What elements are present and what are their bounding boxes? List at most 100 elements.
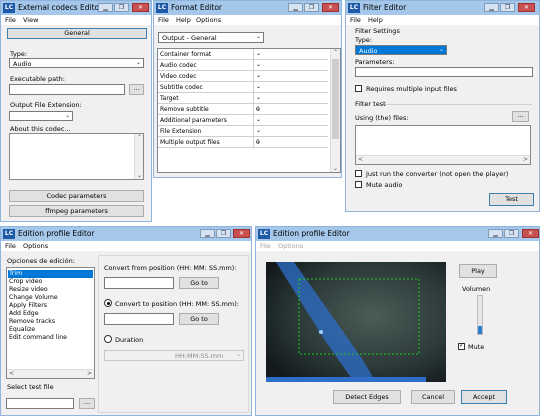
maximize-button[interactable]: ❐ — [304, 3, 319, 12]
property-value-select[interactable]: ⌄ — [253, 126, 328, 136]
horizontal-scrollbar[interactable]: < > — [7, 369, 94, 378]
about-codec-textarea[interactable]: ⌃ ⌄ — [9, 133, 144, 180]
ffmpeg-parameters-button[interactable]: ffmpeg parameters — [9, 205, 144, 217]
output-extension-select[interactable]: ⌄ — [9, 111, 73, 121]
test-file-input[interactable] — [6, 398, 74, 409]
property-value-select[interactable]: ⌄ — [253, 82, 328, 92]
type-select[interactable]: Audio ⌄ — [9, 58, 144, 68]
property-row[interactable]: Container format ⌄ — [158, 49, 328, 60]
detect-edges-button[interactable]: Detect Edges — [333, 390, 401, 404]
test-files-list[interactable]: < > — [355, 125, 531, 165]
scroll-up-icon[interactable]: ⌃ — [333, 49, 338, 56]
minimize-button[interactable]: ▁ — [484, 3, 499, 12]
property-value-select[interactable]: 0 ⌄ — [253, 104, 328, 114]
scroll-left-icon[interactable]: < — [9, 370, 14, 377]
just-run-checkbox[interactable] — [355, 170, 362, 177]
browse-files-button[interactable]: ... — [512, 111, 529, 122]
minimize-button[interactable]: ▁ — [98, 3, 113, 12]
horizontal-scrollbar[interactable]: < > — [356, 155, 530, 164]
go-to-to-button[interactable]: Go to — [179, 313, 219, 325]
menu-file[interactable]: File — [158, 16, 169, 24]
scroll-right-icon[interactable]: > — [523, 156, 528, 163]
convert-to-radio[interactable] — [104, 299, 112, 307]
property-row[interactable]: Audio codec ⌄ — [158, 60, 328, 71]
property-value-select[interactable]: ⌄ — [253, 49, 328, 59]
duration-radio[interactable] — [104, 335, 112, 343]
property-value-select[interactable]: 0 ⌄ — [253, 137, 328, 147]
cancel-button[interactable]: Cancel — [411, 390, 455, 404]
test-button[interactable]: Test — [489, 193, 534, 206]
close-button[interactable]: ✕ — [233, 229, 250, 238]
list-item[interactable]: Apply Filters — [8, 302, 93, 310]
title-bar[interactable]: LC External codecs Editor ▁ ❐ ✕ — [1, 1, 151, 15]
timeline-bar[interactable] — [266, 377, 426, 382]
codec-parameters-button[interactable]: Codec parameters — [9, 190, 144, 202]
menu-view[interactable]: View — [23, 16, 38, 24]
scroll-down-icon[interactable]: ⌄ — [333, 165, 338, 172]
profile-select[interactable]: Output - General ⌄ — [158, 32, 264, 43]
property-row[interactable]: File Extension ⌄ — [158, 126, 328, 137]
title-bar[interactable]: LC Format Editor ▁ ❐ ✕ — [154, 1, 341, 15]
play-button[interactable]: Play — [459, 264, 497, 278]
property-value-select[interactable]: ⌄ — [253, 60, 328, 70]
menu-help[interactable]: Help — [176, 16, 191, 24]
list-item[interactable]: Add Edge — [8, 310, 93, 318]
browse-executable-button[interactable]: ... — [129, 84, 144, 95]
list-item[interactable]: Resize video — [8, 286, 93, 294]
vertical-scrollbar[interactable]: ⌃ ⌄ — [134, 134, 143, 179]
maximize-button[interactable]: ❐ — [114, 3, 129, 12]
video-preview[interactable] — [266, 262, 446, 382]
menu-file[interactable]: File — [5, 242, 16, 250]
go-to-from-button[interactable]: Go to — [179, 277, 219, 289]
title-bar[interactable]: LC Filter Editor ▁ ❐ ✕ — [346, 1, 539, 15]
property-row[interactable]: Target ⌄ — [158, 93, 328, 104]
vertical-scrollbar[interactable]: ⌃ ⌄ — [330, 49, 340, 172]
scroll-right-icon[interactable]: > — [87, 370, 92, 377]
menu-options[interactable]: Options — [23, 242, 48, 250]
maximize-button[interactable]: ❐ — [500, 3, 515, 12]
menu-help[interactable]: Help — [368, 16, 383, 24]
property-value-select[interactable]: ⌄ — [253, 115, 328, 125]
browse-test-file-button[interactable]: ... — [79, 398, 95, 409]
executable-path-input[interactable] — [9, 84, 125, 95]
title-bar[interactable]: LC Edition profile Editor ▁ ❐ ✕ — [1, 227, 251, 241]
mute-audio-checkbox[interactable] — [355, 181, 362, 188]
property-value-select[interactable]: ⌄ — [253, 71, 328, 81]
maximize-button[interactable]: ❐ — [504, 229, 519, 238]
maximize-button[interactable]: ❐ — [216, 229, 231, 238]
property-value-select[interactable]: ⌄ — [253, 93, 328, 103]
list-item[interactable]: Trim — [8, 270, 93, 278]
list-item[interactable]: Crop video — [8, 278, 93, 286]
accept-button[interactable]: Accept — [461, 390, 507, 404]
minimize-button[interactable]: ▁ — [288, 3, 303, 12]
list-item[interactable]: Edit command line — [8, 334, 93, 342]
close-button[interactable]: ✕ — [522, 229, 539, 238]
edit-options-list[interactable]: Trim Crop video Resize video Change Volume A… — [6, 267, 95, 379]
menu-file[interactable]: File — [350, 16, 361, 24]
close-button[interactable]: ✕ — [518, 3, 535, 12]
menu-options[interactable]: Options — [196, 16, 221, 24]
scroll-up-icon[interactable]: ⌃ — [137, 134, 142, 141]
parameters-input[interactable] — [355, 67, 533, 77]
property-row[interactable]: Subtitle codec ⌄ — [158, 82, 328, 93]
title-bar[interactable]: LC Edition profile Editor ▁ ❐ ✕ — [256, 227, 539, 241]
close-button[interactable]: ✕ — [132, 3, 149, 12]
scroll-down-icon[interactable]: ⌄ — [137, 172, 142, 179]
convert-from-input[interactable] — [104, 277, 174, 289]
list-item[interactable]: Remove tracks — [8, 318, 93, 326]
scroll-left-icon[interactable]: < — [358, 156, 363, 163]
list-item[interactable]: Equalize — [8, 326, 93, 334]
menu-options[interactable]: Options — [278, 242, 303, 250]
menu-file[interactable]: File — [5, 16, 16, 24]
general-button[interactable]: General — [7, 28, 147, 39]
convert-to-input[interactable] — [104, 313, 174, 325]
minimize-button[interactable]: ▁ — [200, 229, 215, 238]
scroll-thumb[interactable] — [332, 59, 339, 139]
property-row[interactable]: Video codec ⌄ — [158, 71, 328, 82]
list-item[interactable]: Change Volume — [8, 294, 93, 302]
property-row[interactable]: Additional parameters ⌄ — [158, 115, 328, 126]
type-select[interactable]: Audio ⌄ — [355, 45, 447, 55]
requires-multiple-checkbox[interactable] — [355, 85, 362, 92]
minimize-button[interactable]: ▁ — [488, 229, 503, 238]
volume-slider[interactable] — [477, 295, 483, 335]
